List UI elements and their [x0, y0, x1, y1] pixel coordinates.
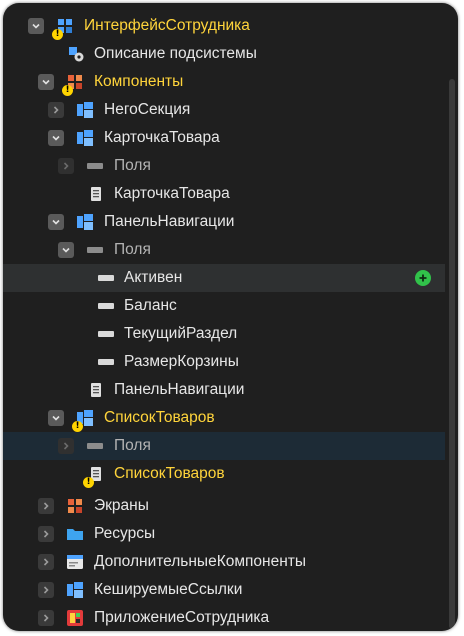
chevron-right-icon[interactable]	[38, 610, 54, 626]
tree-item-product-list[interactable]: ! СписокТоваров	[3, 404, 445, 432]
tree-item-components[interactable]: ! Компоненты	[3, 68, 445, 96]
warning-badge: !	[52, 29, 63, 40]
warning-badge: !	[72, 421, 83, 432]
tree-item-label: Компоненты	[94, 73, 184, 90]
tree-item-nego-section[interactable]: НегоСекция	[3, 96, 445, 124]
tree-item-screens[interactable]: Экраны	[3, 492, 445, 520]
chevron-right-icon[interactable]	[38, 498, 54, 514]
tree-item-label: Поля	[114, 157, 151, 174]
fields-icon	[86, 157, 104, 175]
settings-gear-icon	[67, 45, 85, 63]
chevron-right-icon[interactable]	[58, 438, 74, 454]
tree-item-field-cart-size[interactable]: РазмерКорзины	[3, 348, 445, 376]
tree-item-label: ТекущийРаздел	[124, 325, 238, 342]
tree-item-nav-panel-document[interactable]: ПанельНавигации	[3, 376, 445, 404]
screens-icon	[66, 497, 84, 515]
folder-icon	[66, 525, 84, 543]
tree-item-label: Описание подсистемы	[94, 45, 257, 62]
chevron-right-icon[interactable]	[38, 582, 54, 598]
project-tree-panel: ! ИнтерфейсСотрудника Описание подсистем…	[3, 3, 458, 631]
warning-badge: !	[62, 85, 73, 96]
tree-item-label: НегоСекция	[104, 101, 191, 118]
tree-item-label: Экраны	[94, 497, 149, 514]
tree-item-label: КешируемыеСсылки	[94, 581, 243, 598]
tree-item-resources[interactable]: Ресурсы	[3, 520, 445, 548]
tree-item-extra-components[interactable]: ДополнительныеКомпоненты	[3, 548, 445, 576]
tree-item-product-card[interactable]: КарточкаТовара	[3, 124, 445, 152]
tree-item-field-current-section[interactable]: ТекущийРаздел	[3, 320, 445, 348]
tree-item-root[interactable]: ! ИнтерфейсСотрудника	[3, 12, 445, 40]
field-icon	[97, 269, 115, 287]
field-icon	[97, 297, 115, 315]
chevron-down-icon[interactable]	[48, 214, 64, 230]
tree-item-label: ДополнительныеКомпоненты	[94, 553, 306, 570]
chevron-down-icon[interactable]	[28, 18, 44, 34]
tree-item-label: ПанельНавигации	[114, 381, 245, 398]
tree-item-employee-app[interactable]: ПриложениеСотрудника	[3, 604, 445, 631]
chevron-down-icon[interactable]	[38, 74, 54, 90]
vertical-scrollbar[interactable]	[449, 79, 455, 629]
chevron-right-icon[interactable]	[58, 158, 74, 174]
tree-item-product-card-document[interactable]: КарточкаТовара	[3, 180, 445, 208]
tree-item-label: Ресурсы	[94, 525, 156, 542]
tree-item-label: СписокТоваров	[104, 409, 215, 426]
warning-badge: !	[83, 477, 94, 488]
chevron-right-icon[interactable]	[48, 102, 64, 118]
chevron-down-icon[interactable]	[48, 130, 64, 146]
field-icon	[97, 325, 115, 343]
tree-item-label: ПриложениеСотрудника	[94, 609, 270, 626]
tree-item-label: Поля	[114, 241, 151, 258]
tree-item-product-card-fields[interactable]: Поля	[3, 152, 445, 180]
chevron-down-icon[interactable]	[48, 410, 64, 426]
app-icon	[66, 609, 84, 627]
chevron-right-icon[interactable]	[38, 526, 54, 542]
tree-item-product-list-document[interactable]: ! СписокТоваров	[3, 460, 445, 488]
tree-item-label: Баланс	[124, 297, 177, 314]
tree-item-label: КарточкаТовара	[114, 185, 230, 202]
tree-item-nav-panel[interactable]: ПанельНавигации	[3, 208, 445, 236]
add-icon[interactable]	[415, 270, 431, 286]
window-icon	[66, 553, 84, 571]
cached-links-icon	[66, 581, 84, 599]
document-icon	[87, 185, 105, 203]
document-icon	[87, 381, 105, 399]
chevron-right-icon[interactable]	[38, 554, 54, 570]
tree-item-label: КарточкаТовара	[104, 129, 220, 146]
tree-item-label: Поля	[114, 437, 151, 454]
tree-item-label: ПанельНавигации	[104, 213, 235, 230]
tree-item-label: РазмерКорзины	[124, 353, 239, 370]
tree-item-field-balance[interactable]: Баланс	[3, 292, 445, 320]
component-icon	[76, 129, 94, 147]
tree-item-product-list-fields[interactable]: Поля	[3, 432, 445, 460]
component-icon	[76, 101, 94, 119]
tree-item-label: Активен	[124, 269, 183, 286]
component-icon	[76, 213, 94, 231]
tree-item-label: ИнтерфейсСотрудника	[84, 17, 250, 34]
tree-item-cached-links[interactable]: КешируемыеСсылки	[3, 576, 445, 604]
tree-item-subsystem-description[interactable]: Описание подсистемы	[3, 40, 445, 68]
fields-icon	[86, 437, 104, 455]
tree-item-nav-panel-fields[interactable]: Поля	[3, 236, 445, 264]
tree-item-label: СписокТоваров	[114, 465, 225, 482]
fields-icon	[86, 241, 104, 259]
chevron-down-icon[interactable]	[58, 242, 74, 258]
field-icon	[97, 353, 115, 371]
tree-item-field-active[interactable]: Активен	[3, 264, 445, 292]
